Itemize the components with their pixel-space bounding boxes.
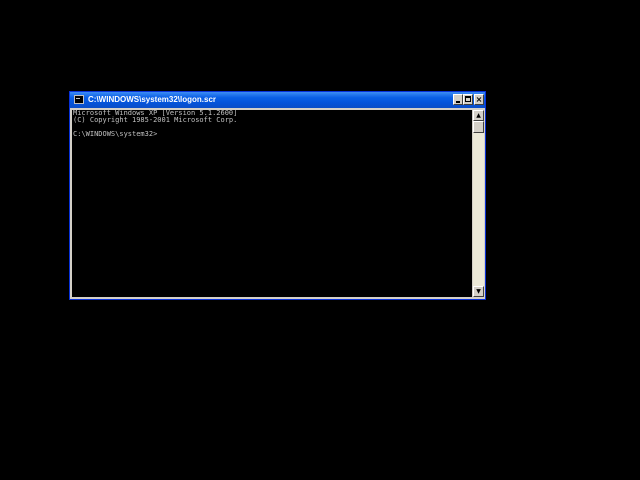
maximize-button[interactable]	[463, 94, 473, 105]
close-icon: ×	[475, 95, 483, 104]
minimize-button[interactable]	[453, 94, 463, 105]
console-line-copyright: (C) Copyright 1985-2001 Microsoft Corp.	[73, 116, 238, 124]
console-prompt[interactable]: C:\WINDOWS\system32>	[72, 131, 472, 138]
scroll-up-button[interactable]: ▲	[473, 110, 484, 121]
scroll-thumb[interactable]	[473, 121, 484, 133]
close-button[interactable]: ×	[474, 94, 484, 105]
console-output[interactable]: Microsoft Windows XP [Version 5.1.2600] …	[72, 110, 472, 297]
scroll-down-button[interactable]: ▼	[473, 286, 484, 297]
desktop-background: C:\WINDOWS\system32\logon.scr × Microsof…	[0, 0, 640, 480]
vertical-scrollbar[interactable]: ▲ ▼	[473, 110, 484, 297]
window-title: C:\WINDOWS\system32\logon.scr	[88, 95, 217, 104]
maximize-icon	[465, 96, 471, 102]
title-bar[interactable]: C:\WINDOWS\system32\logon.scr ×	[70, 92, 485, 108]
console-icon[interactable]	[74, 95, 84, 104]
arrow-up-icon: ▲	[476, 112, 481, 119]
command-prompt-window[interactable]: C:\WINDOWS\system32\logon.scr × Microsof…	[69, 91, 486, 300]
minimize-icon	[456, 101, 460, 103]
arrow-down-icon: ▼	[476, 288, 481, 295]
